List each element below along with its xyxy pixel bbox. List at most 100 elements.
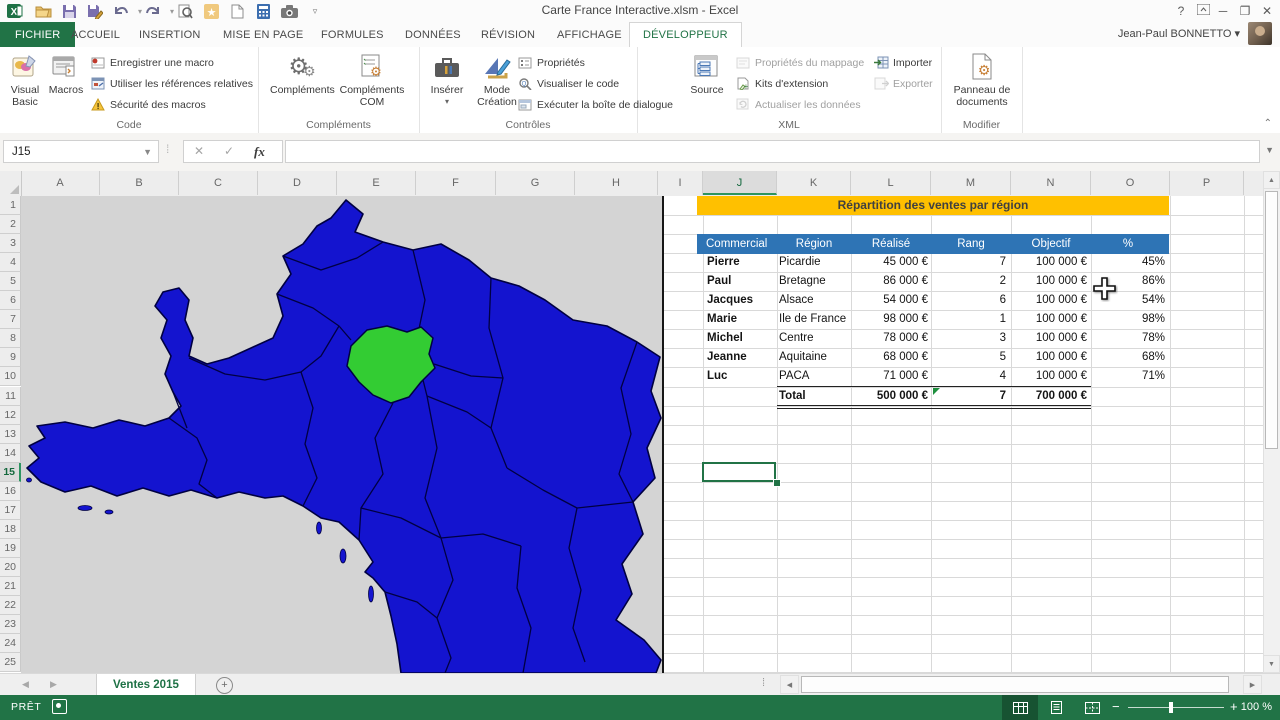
row-header-5[interactable]: 5 [0,272,21,292]
vertical-scroll-thumb[interactable] [1265,191,1278,449]
row-header-13[interactable]: 13 [0,424,21,444]
table-cell-region-row6[interactable]: Aquitaine [779,348,849,367]
qat-customize-icon[interactable]: ▿ [306,2,324,20]
table-cell-realise-row4[interactable]: 98 000 € [851,310,928,329]
table-cell-rang-row2[interactable]: 2 [931,272,1006,291]
row-header-17[interactable]: 17 [0,500,21,520]
total-rang[interactable]: 7 [931,387,1006,406]
table-cell-realise-row5[interactable]: 78 000 € [851,329,928,348]
save-icon[interactable] [60,2,78,20]
column-header-L[interactable]: L [851,171,931,195]
close-button[interactable]: ✕ [1254,0,1280,22]
table-cell-commercial-row1[interactable]: Pierre [707,253,775,272]
table-cell-objectif-row1[interactable]: 100 000 € [1011,253,1087,272]
horizontal-scroll-thumb[interactable] [801,676,1229,693]
account-name[interactable]: Jean-Paul BONNETTO ▾ [1118,27,1240,40]
column-header-E[interactable]: E [337,171,416,195]
zoom-level[interactable]: 100 % [1241,701,1272,713]
camera-icon[interactable] [280,2,298,20]
column-header-H[interactable]: H [575,171,658,195]
column-header-P[interactable]: P [1170,171,1244,195]
tab-insertion[interactable]: INSERTION [126,22,214,47]
column-header-K[interactable]: K [777,171,851,195]
table-cell-realise-row1[interactable]: 45 000 € [851,253,928,272]
tab-revision[interactable]: RÉVISION [468,22,548,47]
table-cell-pct-row1[interactable]: 45% [1091,253,1165,272]
row-header-18[interactable]: 18 [0,519,21,539]
table-cell-region-row5[interactable]: Centre [779,329,849,348]
selected-cell-J15[interactable] [702,462,776,482]
column-header-A[interactable]: A [21,171,100,195]
table-cell-objectif-row7[interactable]: 100 000 € [1011,367,1087,386]
name-box[interactable]: J15 ▼ [3,140,159,163]
macro-security-button[interactable]: Sécurité des macros [90,95,206,114]
row-header-19[interactable]: 19 [0,538,21,558]
formula-bar-grip[interactable]: ⁞ [166,142,169,156]
macros-button[interactable]: Macros [46,50,86,96]
sheet-nav-left-icon[interactable]: ◀ [22,679,29,690]
total-objectif[interactable]: 700 000 € [1011,387,1087,406]
sheet-tab-ventes-2015[interactable]: Ventes 2015 [96,674,196,696]
page-layout-view-button[interactable] [1038,695,1074,720]
zoom-in-icon[interactable]: + [1230,699,1238,714]
calculator-icon[interactable] [254,2,272,20]
row-header-21[interactable]: 21 [0,577,21,597]
properties-button[interactable]: Propriétés [517,53,585,72]
table-cell-commercial-row7[interactable]: Luc [707,367,775,386]
com-addins-button[interactable]: ⚙ Compléments COM [338,50,406,108]
print-preview-icon[interactable] [176,2,194,20]
save-as-icon[interactable] [86,2,104,20]
scrollbar-grip[interactable]: ⁞ [762,677,765,689]
row-header-4[interactable]: 4 [0,253,21,273]
row-header-3[interactable]: 3 [0,234,21,254]
favorites-icon[interactable]: ★ [202,2,220,20]
tab-donnees[interactable]: DONNÉES [392,22,474,47]
zoom-out-icon[interactable]: − [1112,699,1120,714]
row-header-20[interactable]: 20 [0,557,21,577]
row-header-8[interactable]: 8 [0,329,21,349]
row-header-16[interactable]: 16 [0,481,21,501]
column-header-B[interactable]: B [100,171,179,195]
insert-function-icon[interactable]: fx [254,141,265,162]
table-cell-rang-row4[interactable]: 1 [931,310,1006,329]
scroll-down-icon[interactable]: ▼ [1263,655,1280,673]
table-cell-pct-row4[interactable]: 98% [1091,310,1165,329]
row-header-23[interactable]: 23 [0,615,21,635]
table-cell-objectif-row4[interactable]: 100 000 € [1011,310,1087,329]
tab-developpeur[interactable]: DÉVELOPPEUR [629,22,742,48]
column-header-G[interactable]: G [496,171,575,195]
row-header-15[interactable]: 15 [0,462,21,482]
table-cell-commercial-row4[interactable]: Marie [707,310,775,329]
table-cell-region-row3[interactable]: Alsace [779,291,849,310]
column-header-M[interactable]: M [931,171,1011,195]
table-cell-commercial-row3[interactable]: Jacques [707,291,775,310]
zoom-slider-thumb[interactable] [1169,702,1173,713]
table-cell-rang-row7[interactable]: 4 [931,367,1006,386]
open-icon[interactable] [34,2,52,20]
row-header-7[interactable]: 7 [0,310,21,330]
column-header-D[interactable]: D [258,171,337,195]
table-cell-realise-row3[interactable]: 54 000 € [851,291,928,310]
table-cell-pct-row5[interactable]: 78% [1091,329,1165,348]
zoom-slider-track[interactable] [1128,707,1224,708]
table-cell-region-row4[interactable]: Ile de France [779,310,849,329]
relative-references-button[interactable]: Utiliser les références relatives [90,74,253,93]
row-header-24[interactable]: 24 [0,634,21,654]
row-header-14[interactable]: 14 [0,443,21,463]
tab-affichage[interactable]: AFFICHAGE [544,22,635,47]
view-code-button[interactable]: Q Visualiser le code [517,74,619,93]
table-cell-realise-row6[interactable]: 68 000 € [851,348,928,367]
new-sheet-icon[interactable]: + [216,677,233,694]
scroll-right-icon[interactable]: ▶ [1243,675,1262,694]
import-button[interactable]: Importer [873,53,932,72]
table-cell-rang-row3[interactable]: 6 [931,291,1006,310]
table-cell-objectif-row3[interactable]: 100 000 € [1011,291,1087,310]
tab-formules[interactable]: FORMULES [308,22,397,47]
table-cell-objectif-row6[interactable]: 100 000 € [1011,348,1087,367]
scroll-left-icon[interactable]: ◀ [780,675,799,694]
scroll-up-icon[interactable]: ▲ [1263,171,1280,189]
name-box-dropdown-icon[interactable]: ▼ [143,141,152,164]
column-header-O[interactable]: O [1091,171,1170,195]
macro-record-icon[interactable] [52,699,67,714]
row-header-22[interactable]: 22 [0,596,21,616]
